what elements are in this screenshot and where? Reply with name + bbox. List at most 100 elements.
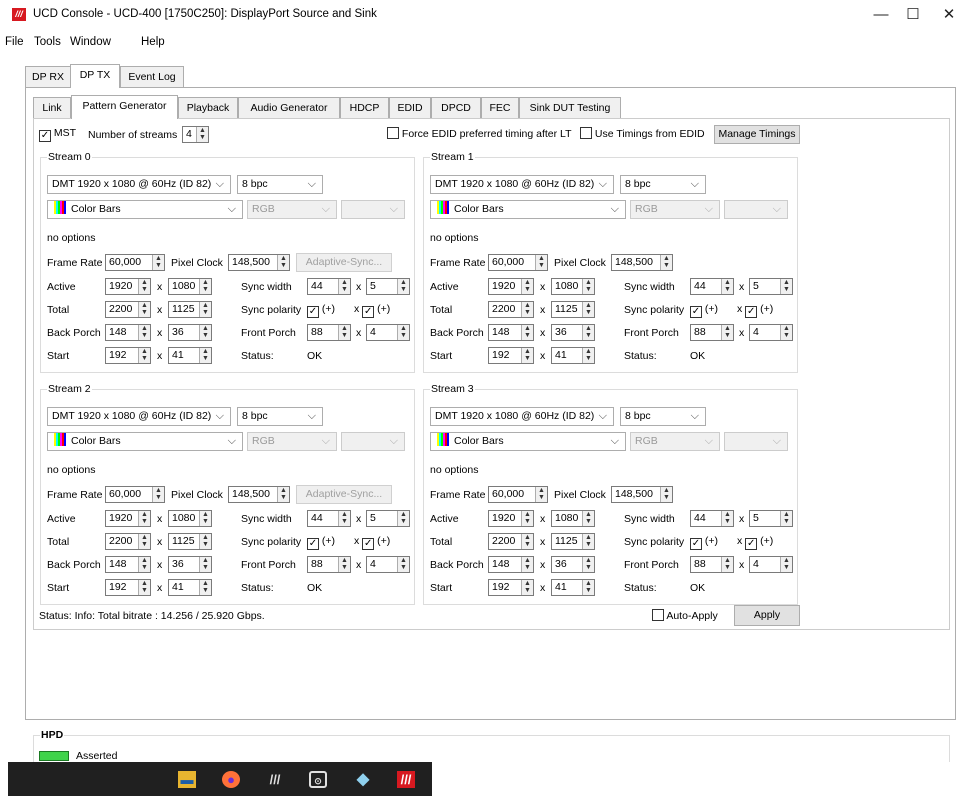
spin-arrows-icon[interactable]: ▲ ▼ — [199, 511, 211, 526]
active-h-input[interactable]: 1920 ▲ ▼ — [105, 278, 151, 295]
spin-arrows-icon[interactable]: ▲ ▼ — [582, 279, 594, 294]
active-v-input[interactable]: 1080 ▲ ▼ — [551, 510, 595, 527]
spin-arrows-icon[interactable]: ▲ ▼ — [721, 325, 733, 340]
spin-arrows-icon[interactable]: ▲ ▼ — [138, 302, 150, 317]
spin-arrows-icon[interactable]: ▲ ▼ — [338, 279, 350, 294]
h-polarity-checkbox[interactable]: ✓ (+) — [690, 303, 718, 318]
spin-arrows-icon[interactable]: ▲ ▼ — [338, 325, 350, 340]
pattern-select[interactable]: Color Bars ⌵ — [47, 432, 243, 451]
timing-select[interactable]: DMT 1920 x 1080 @ 60Hz (ID 82) ⌵ — [47, 175, 231, 194]
tab-audio-generator[interactable]: Audio Generator — [238, 97, 340, 119]
tab-pattern-generator[interactable]: Pattern Generator — [71, 95, 178, 119]
h-polarity-checkbox[interactable]: ✓ (+) — [307, 303, 335, 318]
tab-event-log[interactable]: Event Log — [120, 66, 184, 88]
back-porch-v-input[interactable]: 36 ▲ ▼ — [551, 556, 595, 573]
apply-button[interactable]: Apply — [734, 605, 800, 626]
front-porch-v-input[interactable]: 4 ▲ ▼ — [366, 324, 410, 341]
spin-arrows-icon[interactable]: ▲ ▼ — [138, 557, 150, 572]
spin-arrows-icon[interactable]: ▲ ▼ — [535, 487, 547, 502]
spin-arrows-icon[interactable]: ▲ ▼ — [199, 302, 211, 317]
spin-arrows-icon[interactable]: ▲ ▼ — [397, 325, 409, 340]
bpc-select[interactable]: 8 bpc ⌵ — [620, 175, 706, 194]
spin-arrows-icon[interactable]: ▲ ▼ — [582, 580, 594, 595]
h-polarity-checkbox[interactable]: ✓ (+) — [690, 535, 718, 550]
pixel-clock-input[interactable]: 148,500 ▲ ▼ — [611, 486, 673, 503]
spin-arrows-icon[interactable]: ▲ ▼ — [721, 279, 733, 294]
front-porch-h-input[interactable]: 88 ▲ ▼ — [307, 324, 351, 341]
spin-arrows-icon[interactable]: ▲ ▼ — [397, 557, 409, 572]
spin-arrows-icon[interactable]: ▲ ▼ — [660, 487, 672, 502]
timing-select[interactable]: DMT 1920 x 1080 @ 60Hz (ID 82) ⌵ — [47, 407, 231, 426]
front-porch-h-input[interactable]: 88 ▲ ▼ — [690, 324, 734, 341]
tab-dp-rx[interactable]: DP RX — [25, 66, 71, 88]
ucd-console-icon[interactable]: /// — [266, 771, 284, 788]
front-porch-h-input[interactable]: 88 ▲ ▼ — [307, 556, 351, 573]
spin-arrows-icon[interactable]: ▲ ▼ — [152, 487, 164, 502]
start-h-input[interactable]: 192 ▲ ▼ — [488, 579, 534, 596]
menu-tools[interactable]: Tools — [34, 36, 61, 48]
spin-arrows-icon[interactable]: ▲ ▼ — [138, 325, 150, 340]
front-porch-v-input[interactable]: 4 ▲ ▼ — [749, 324, 793, 341]
bpc-select[interactable]: 8 bpc ⌵ — [620, 407, 706, 426]
minimize-button[interactable]: — — [866, 4, 896, 26]
frame-rate-input[interactable]: 60,000 ▲ ▼ — [488, 486, 548, 503]
sync-width-v-input[interactable]: 5 ▲ ▼ — [749, 278, 793, 295]
menu-window[interactable]: Window — [70, 36, 111, 48]
spin-arrows-icon[interactable]: ▲ ▼ — [582, 325, 594, 340]
spin-arrows-icon[interactable]: ▲ ▼ — [277, 255, 289, 270]
spin-arrows-icon[interactable]: ▲ ▼ — [721, 511, 733, 526]
total-v-input[interactable]: 1125 ▲ ▼ — [551, 301, 595, 318]
pattern-select[interactable]: Color Bars ⌵ — [430, 200, 626, 219]
spin-arrows-icon[interactable]: ▲ ▼ — [138, 534, 150, 549]
front-porch-v-input[interactable]: 4 ▲ ▼ — [749, 556, 793, 573]
force-edid-checkbox[interactable]: Force EDID preferred timing after LT — [387, 127, 572, 140]
back-porch-v-input[interactable]: 36 ▲ ▼ — [168, 324, 212, 341]
spin-arrows-icon[interactable]: ▲ ▼ — [199, 580, 211, 595]
spin-arrows-icon[interactable]: ▲ ▼ — [521, 348, 533, 363]
pixel-clock-input[interactable]: 148,500 ▲ ▼ — [228, 486, 290, 503]
spin-arrows-icon[interactable]: ▲ ▼ — [521, 511, 533, 526]
spin-arrows-icon[interactable]: ▲ ▼ — [397, 279, 409, 294]
sync-width-v-input[interactable]: 5 ▲ ▼ — [366, 278, 410, 295]
spin-arrows-icon[interactable]: ▲ ▼ — [582, 557, 594, 572]
total-h-input[interactable]: 2200 ▲ ▼ — [488, 533, 534, 550]
total-h-input[interactable]: 2200 ▲ ▼ — [488, 301, 534, 318]
spin-arrows-icon[interactable]: ▲ ▼ — [199, 348, 211, 363]
spin-arrows-icon[interactable]: ▲ ▼ — [582, 302, 594, 317]
spin-arrows-icon[interactable]: ▲ ▼ — [521, 557, 533, 572]
firefox-icon[interactable]: ● — [222, 771, 240, 788]
spin-arrows-icon[interactable]: ▲ ▼ — [660, 255, 672, 270]
total-h-input[interactable]: 2200 ▲ ▼ — [105, 533, 151, 550]
tab-link[interactable]: Link — [33, 97, 71, 119]
terminal-icon[interactable]: ⊙ — [309, 771, 327, 788]
spin-arrows-icon[interactable]: ▲ ▼ — [199, 325, 211, 340]
spin-arrows-icon[interactable]: ▲ ▼ — [338, 511, 350, 526]
pixel-clock-input[interactable]: 148,500 ▲ ▼ — [228, 254, 290, 271]
pattern-select[interactable]: Color Bars ⌵ — [430, 432, 626, 451]
timing-select[interactable]: DMT 1920 x 1080 @ 60Hz (ID 82) ⌵ — [430, 175, 614, 194]
active-v-input[interactable]: 1080 ▲ ▼ — [168, 278, 212, 295]
spin-arrows-icon[interactable]: ▲ ▼ — [521, 580, 533, 595]
close-button[interactable]: ✕ — [934, 4, 964, 26]
spin-arrows-icon[interactable]: ▲ ▼ — [521, 302, 533, 317]
frame-rate-input[interactable]: 60,000 ▲ ▼ — [105, 486, 165, 503]
tab-playback[interactable]: Playback — [178, 97, 238, 119]
spin-arrows-icon[interactable]: ▲ ▼ — [138, 580, 150, 595]
v-polarity-checkbox[interactable]: x ✓ (+) — [737, 535, 773, 550]
spin-arrows-icon[interactable]: ▲ ▼ — [721, 557, 733, 572]
start-v-input[interactable]: 41 ▲ ▼ — [168, 347, 212, 364]
spin-arrows-icon[interactable]: ▲ ▼ — [521, 325, 533, 340]
front-porch-v-input[interactable]: 4 ▲ ▼ — [366, 556, 410, 573]
spin-arrows-icon[interactable]: ▲ ▼ — [196, 127, 208, 142]
back-porch-h-input[interactable]: 148 ▲ ▼ — [105, 324, 151, 341]
frame-rate-input[interactable]: 60,000 ▲ ▼ — [105, 254, 165, 271]
spin-arrows-icon[interactable]: ▲ ▼ — [138, 279, 150, 294]
tab-fec[interactable]: FEC — [481, 97, 519, 119]
spin-arrows-icon[interactable]: ▲ ▼ — [199, 557, 211, 572]
sync-width-h-input[interactable]: 44 ▲ ▼ — [307, 510, 351, 527]
pixel-clock-input[interactable]: 148,500 ▲ ▼ — [611, 254, 673, 271]
back-porch-v-input[interactable]: 36 ▲ ▼ — [551, 324, 595, 341]
use-timings-checkbox[interactable]: Use Timings from EDID — [580, 127, 705, 140]
active-h-input[interactable]: 1920 ▲ ▼ — [488, 278, 534, 295]
start-h-input[interactable]: 192 ▲ ▼ — [105, 579, 151, 596]
